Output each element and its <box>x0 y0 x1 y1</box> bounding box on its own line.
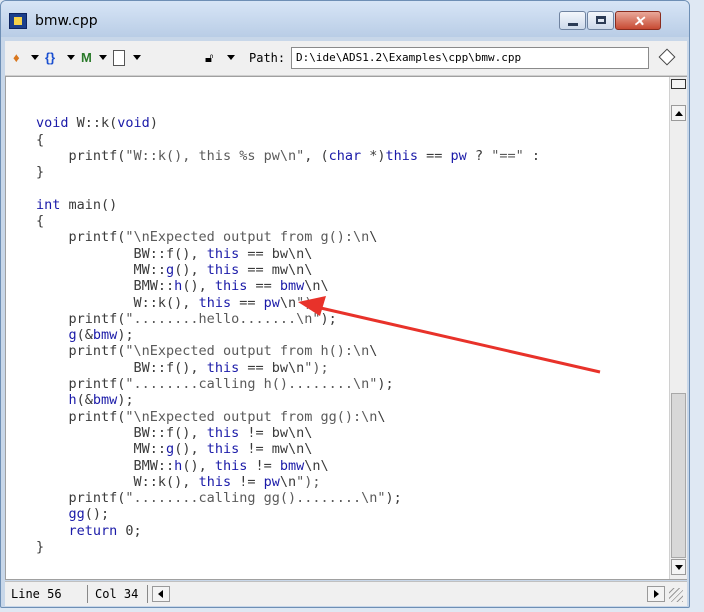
close-icon: ✕ <box>633 13 645 29</box>
function-menu-icon[interactable]: ♦ <box>13 49 20 67</box>
status-divider <box>147 585 148 603</box>
chevron-down-icon[interactable] <box>67 55 75 60</box>
code-line[interactable]: printf("\nExpected output from g():\n\ <box>36 229 540 245</box>
column-indicator: Col 34 <box>95 587 139 601</box>
close-button[interactable]: ✕ <box>615 11 661 30</box>
code-line[interactable]: void W::k(void) <box>36 115 540 131</box>
arrow-left-icon <box>158 590 163 598</box>
file-menu-icon[interactable] <box>113 50 125 66</box>
scroll-up-button[interactable] <box>671 105 686 121</box>
minimize-button[interactable] <box>559 11 586 30</box>
code-line[interactable]: BMW::h(), this != bmw\n\ <box>36 458 540 474</box>
app-icon <box>9 13 27 29</box>
code-line[interactable]: printf("........calling h()........\n"); <box>36 376 540 392</box>
sync-icon[interactable] <box>658 48 676 66</box>
code-line[interactable]: BW::f(), this == bw\n"); <box>36 360 540 376</box>
scroll-down-button[interactable] <box>671 559 686 575</box>
code-line[interactable]: BW::f(), this == bw\n\ <box>36 246 540 262</box>
code-line[interactable]: printf("........calling gg()........\n")… <box>36 490 540 506</box>
code-line[interactable] <box>36 99 540 115</box>
path-field[interactable]: D:\ide\ADS1.2\Examples\cpp\bmw.cpp <box>291 47 649 69</box>
editor-window: bmw.cpp ✕ ♦ {} M 🔓︎ Path: D:\ide\ADS1.2\… <box>0 0 690 608</box>
code-line[interactable]: W::k(), this == pw\n"); <box>36 295 540 311</box>
code-line[interactable]: printf("\nExpected output from gg():\n\ <box>36 409 540 425</box>
marker-menu-icon[interactable]: M <box>81 49 92 67</box>
line-indicator: Line 56 <box>11 587 62 601</box>
minimize-icon <box>568 23 578 26</box>
toolbar: ♦ {} M 🔓︎ Path: D:\ide\ADS1.2\Examples\c… <box>5 41 687 76</box>
maximize-button[interactable] <box>587 11 614 30</box>
code-editor[interactable]: void W::k(void){ printf("W::k(), this %s… <box>5 76 687 580</box>
scroll-left-button[interactable] <box>152 586 170 602</box>
vertical-scrollbar[interactable] <box>669 77 687 579</box>
code-line[interactable]: { <box>36 132 540 148</box>
chevron-down-icon[interactable] <box>99 55 107 60</box>
code-line[interactable]: BMW::h(), this == bmw\n\ <box>36 278 540 294</box>
code-line[interactable]: printf("W::k(), this %s pw\n", (char *)t… <box>36 148 540 164</box>
code-line[interactable]: printf("\nExpected output from h():\n\ <box>36 343 540 359</box>
code-line[interactable] <box>36 180 540 196</box>
code-text[interactable]: void W::k(void){ printf("W::k(), this %s… <box>36 99 540 555</box>
code-line[interactable]: gg(); <box>36 506 540 522</box>
chevron-down-icon[interactable] <box>133 55 141 60</box>
code-line[interactable]: W::k(), this != pw\n"); <box>36 474 540 490</box>
code-line[interactable]: { <box>36 213 540 229</box>
code-line[interactable]: return 0; <box>36 523 540 539</box>
maximize-icon <box>596 16 606 24</box>
code-line[interactable]: MW::g(), this != mw\n\ <box>36 441 540 457</box>
path-label: Path: <box>249 51 286 65</box>
arrow-up-icon <box>675 111 683 116</box>
resize-grip[interactable] <box>669 588 683 602</box>
title-bar[interactable]: bmw.cpp ✕ <box>1 1 689 37</box>
window-title: bmw.cpp <box>35 13 98 29</box>
scroll-thumb[interactable] <box>671 393 686 558</box>
status-bar: Line 56 Col 34 <box>5 581 687 606</box>
arrow-down-icon <box>675 565 683 570</box>
scroll-right-button[interactable] <box>647 586 665 602</box>
code-line[interactable]: BW::f(), this != bw\n\ <box>36 425 540 441</box>
lock-icon[interactable]: 🔓︎ <box>205 49 213 67</box>
chevron-down-icon[interactable] <box>31 55 39 60</box>
code-line[interactable]: int main() <box>36 197 540 213</box>
code-line[interactable]: h(&bmw); <box>36 392 540 408</box>
code-line[interactable]: } <box>36 164 540 180</box>
status-divider <box>87 585 88 603</box>
chevron-down-icon[interactable] <box>227 55 235 60</box>
braces-menu-icon[interactable]: {} <box>45 49 55 67</box>
code-line[interactable]: printf("........hello.......\n"); <box>36 311 540 327</box>
code-line[interactable]: MW::g(), this == mw\n\ <box>36 262 540 278</box>
split-box[interactable] <box>671 79 686 89</box>
code-line[interactable]: } <box>36 539 540 555</box>
code-line[interactable]: g(&bmw); <box>36 327 540 343</box>
arrow-right-icon <box>654 590 659 598</box>
